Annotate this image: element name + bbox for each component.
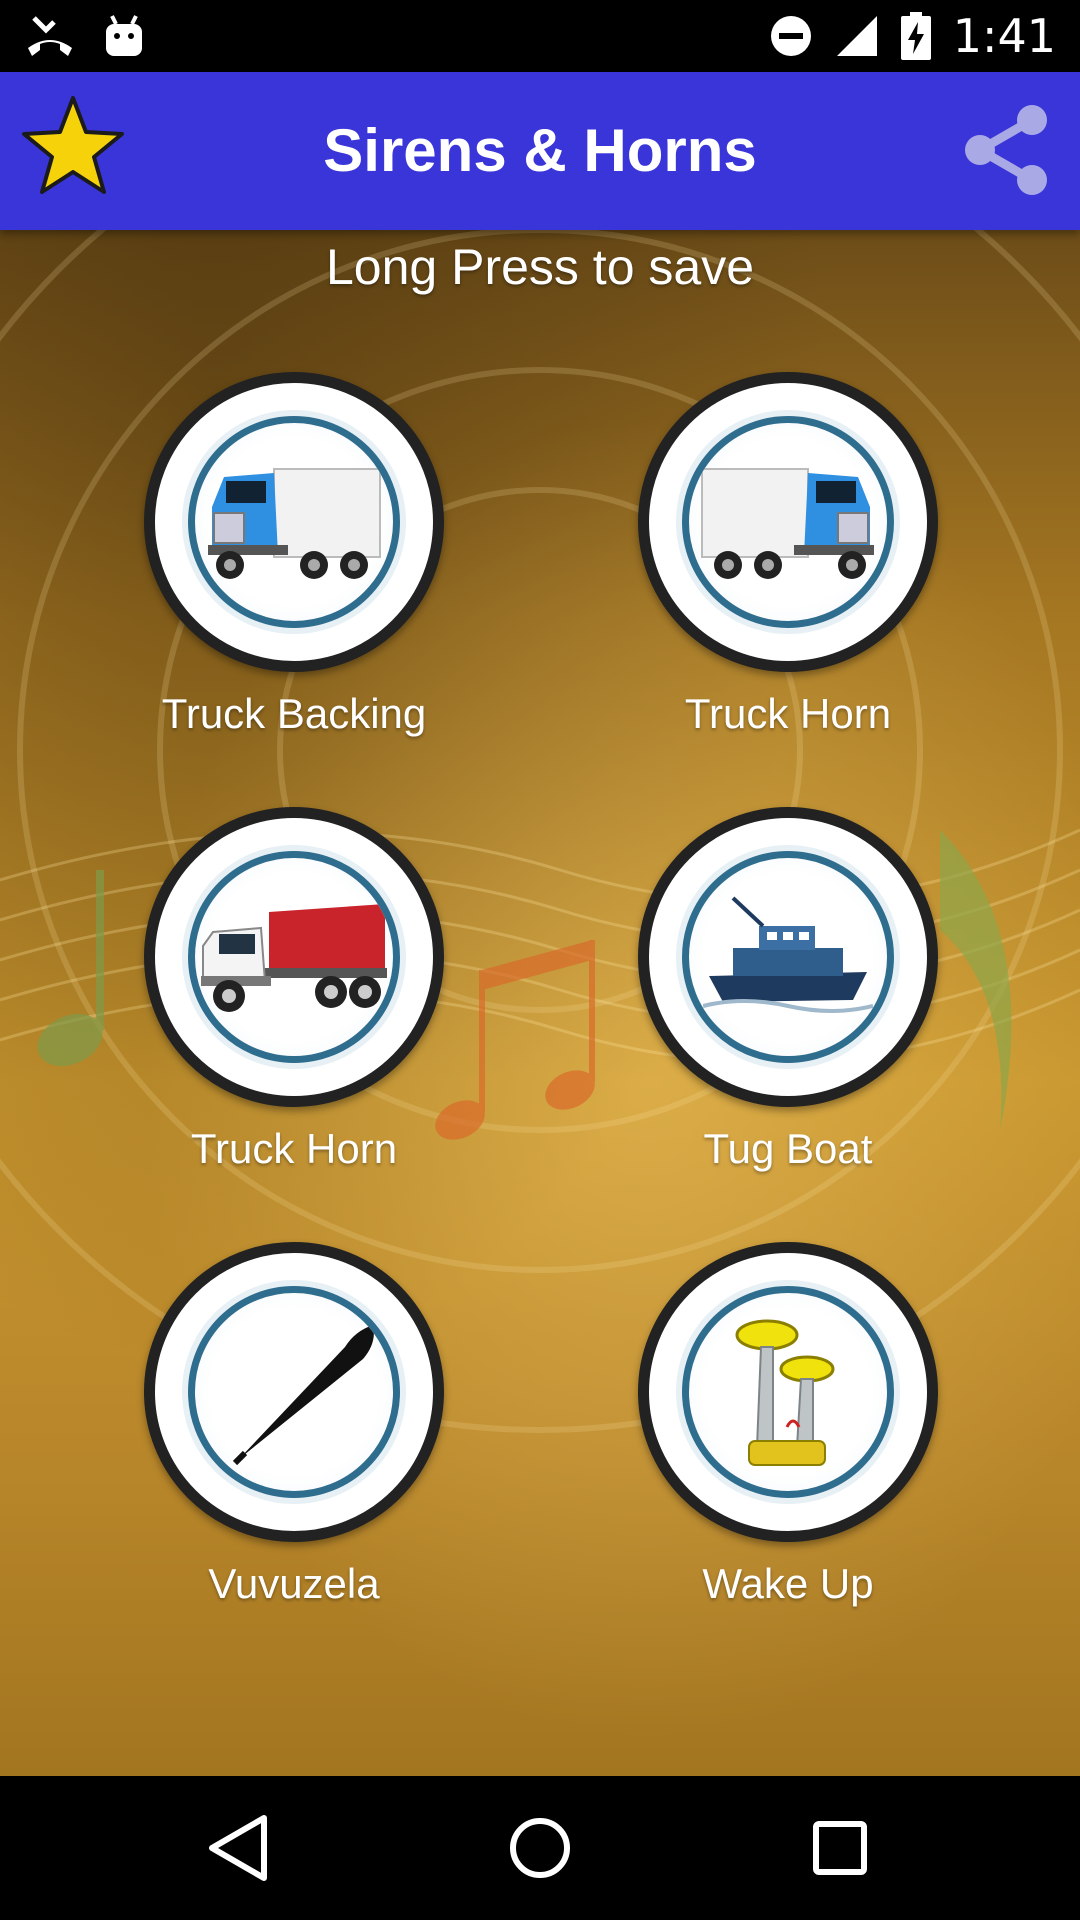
sound-button[interactable]: [144, 372, 444, 672]
sound-label: Truck Horn: [684, 690, 892, 737]
vuvuzela-icon: [232, 1325, 374, 1466]
app-bar: Sirens & Horns: [0, 72, 1080, 230]
signal-icon: [836, 16, 877, 56]
back-icon[interactable]: [200, 1808, 280, 1888]
sound-item-vuvuzela[interactable]: Vuvuzela: [134, 1242, 454, 1622]
sound-button[interactable]: [144, 807, 444, 1107]
clock: 1:41: [952, 9, 1056, 63]
do-not-disturb-icon: [770, 16, 811, 56]
home-icon[interactable]: [500, 1808, 580, 1888]
recents-icon[interactable]: [800, 1808, 880, 1888]
blue-truck-icon: [208, 468, 381, 579]
sound-label: Truck Backing: [161, 690, 427, 737]
sound-button[interactable]: [638, 372, 938, 672]
dump-truck-icon: [201, 904, 387, 1012]
share-icon[interactable]: [956, 100, 1056, 200]
sound-label: Truck Horn: [190, 1125, 398, 1172]
navigation-bar: [0, 1776, 1080, 1920]
sound-item-truck-horn-2[interactable]: Truck Horn: [134, 807, 454, 1187]
tug-boat-icon: [703, 896, 873, 1013]
sound-button[interactable]: [638, 1242, 938, 1542]
android-icon: [106, 15, 142, 56]
battery-charging-icon: [900, 12, 931, 60]
sound-item-wake-up[interactable]: Wake Up: [628, 1242, 948, 1622]
sound-label: Wake Up: [702, 1560, 874, 1607]
missed-call-icon: [28, 16, 72, 56]
sound-item-tug-boat[interactable]: Tug Boat: [628, 807, 948, 1187]
sound-button[interactable]: [638, 807, 938, 1107]
status-bar: 1:41: [0, 0, 1080, 72]
sound-grid-area: Long Press to save Truck Backing Truck H…: [0, 230, 1080, 1776]
air-horn-icon: [735, 1319, 835, 1466]
sound-button[interactable]: [144, 1242, 444, 1542]
sound-label: Tug Boat: [703, 1125, 873, 1172]
sound-item-truck-backing[interactable]: Truck Backing: [134, 372, 454, 752]
app-title: Sirens & Horns: [323, 117, 757, 184]
blue-truck-icon: [701, 468, 874, 579]
long-press-hint: Long Press to save: [325, 239, 755, 295]
sound-item-truck-horn[interactable]: Truck Horn: [628, 372, 948, 752]
sound-label: Vuvuzela: [208, 1560, 380, 1607]
